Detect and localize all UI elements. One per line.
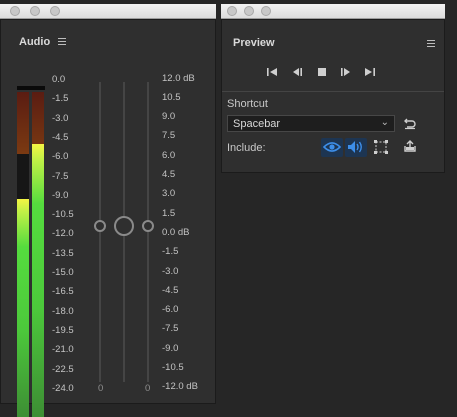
db-tick-label: -21.0 [52,344,74,356]
db-tick-label: -10.5 [162,362,184,373]
db-tick-label: -1.5 [162,246,179,258]
shortcut-dropdown[interactable]: Spacebar ⌄ [227,115,395,132]
reset-shortcut-button[interactable] [402,116,418,132]
db-tick-label: 9.0 [162,111,176,123]
db-tick-label: -9.0 [162,342,179,354]
db-tick-label: 12.0 dB [162,72,195,84]
db-tick-label: 1.5 [162,207,176,219]
close-window-button[interactable] [227,6,237,16]
fader-left-zero-label: 0 [98,383,104,394]
audio-panel: Audio 0.0 -1.5 -3.0 -4.5 -6.0 -7.5 -9.0 -10.5 -1… [0,19,216,417]
db-tick-label: -13.5 [52,247,74,259]
audio-speaker-icon [348,141,362,153]
next-frame-icon [341,68,350,76]
db-tick-label: -7.5 [52,170,69,182]
db-tick-label: -16.5 [52,286,74,298]
fader-track-right [147,82,149,382]
meter-bar-right [32,92,44,417]
include-overlays-toggle[interactable] [372,139,390,157]
meter-level-left [17,199,29,417]
db-tick-label: 0.0 [52,74,66,85]
audio-window-titlebar[interactable] [0,4,216,19]
panel-menu-icon[interactable] [58,38,66,47]
last-frame-icon [365,68,375,76]
transport-divider [222,91,444,92]
db-tick-label: -10.5 [52,209,74,221]
stop-icon [318,68,326,76]
audio-meter [15,86,47,417]
db-tick-label: -1.5 [52,93,69,105]
next-frame-button[interactable] [339,67,353,80]
db-tick-label: -3.0 [162,265,179,277]
export-icon [404,140,416,152]
fader-knob-center[interactable] [114,216,134,236]
preview-window-titlebar[interactable] [221,4,445,19]
fader-track-left [99,82,101,382]
shortcut-dropdown-value: Spacebar [233,118,281,130]
db-tick-label: -18.0 [52,305,74,317]
fader-knob-right[interactable] [142,220,154,232]
first-frame-icon [267,68,277,76]
db-tick-label: -24.0 [52,382,74,394]
db-tick-label: -6.0 [162,304,179,316]
fader-knob-left[interactable] [94,220,106,232]
stop-button[interactable] [315,67,329,80]
db-tick-label: -19.5 [52,324,74,336]
db-tick-label: 6.0 [162,149,176,161]
zoom-window-button[interactable] [50,6,60,16]
minimize-window-button[interactable] [30,6,40,16]
db-tick-label: -4.5 [52,131,69,143]
zoom-window-button[interactable] [261,6,271,16]
shortcut-label: Shortcut [227,98,268,110]
db-tick-label: 0.0 dB [162,226,190,238]
meter-peak-indicator [17,86,45,90]
video-eye-icon [322,142,342,152]
reset-icon [404,118,416,130]
db-tick-label: -6.0 [52,151,69,163]
meter-bar-left [17,92,29,417]
export-frame-button[interactable] [402,139,418,155]
fader-right-zero-label: 0 [145,383,151,394]
audio-panel-title: Audio [19,36,51,48]
include-video-toggle[interactable] [321,138,343,157]
last-frame-button[interactable] [363,67,377,80]
db-tick-label: -9.0 [52,189,69,201]
db-tick-label: -22.5 [52,363,74,375]
db-tick-label: -12.0 [52,228,74,240]
db-tick-label: 10.5 [162,91,181,103]
include-label: Include: [227,142,266,154]
meter-level-right [32,144,44,417]
overlays-bounding-box-icon [374,140,388,154]
panel-menu-icon[interactable] [427,40,435,49]
previous-frame-button[interactable] [290,67,304,80]
first-frame-button[interactable] [265,67,279,80]
db-tick-label: 4.5 [162,169,176,180]
db-tick-label: -15.0 [52,267,74,278]
chevron-down-icon: ⌄ [380,117,389,128]
db-tick-label: -12.0 dB [162,381,198,393]
db-tick-label: -3.0 [52,112,69,124]
preview-panel-title: Preview [233,37,275,49]
db-tick-label: 3.0 [162,188,176,200]
db-tick-label: 7.5 [162,130,176,142]
include-audio-toggle[interactable] [345,138,367,157]
previous-frame-icon [293,68,302,76]
close-window-button[interactable] [10,6,20,16]
db-tick-label: -7.5 [162,323,179,335]
minimize-window-button[interactable] [244,6,254,16]
db-tick-label: -4.5 [162,284,179,296]
